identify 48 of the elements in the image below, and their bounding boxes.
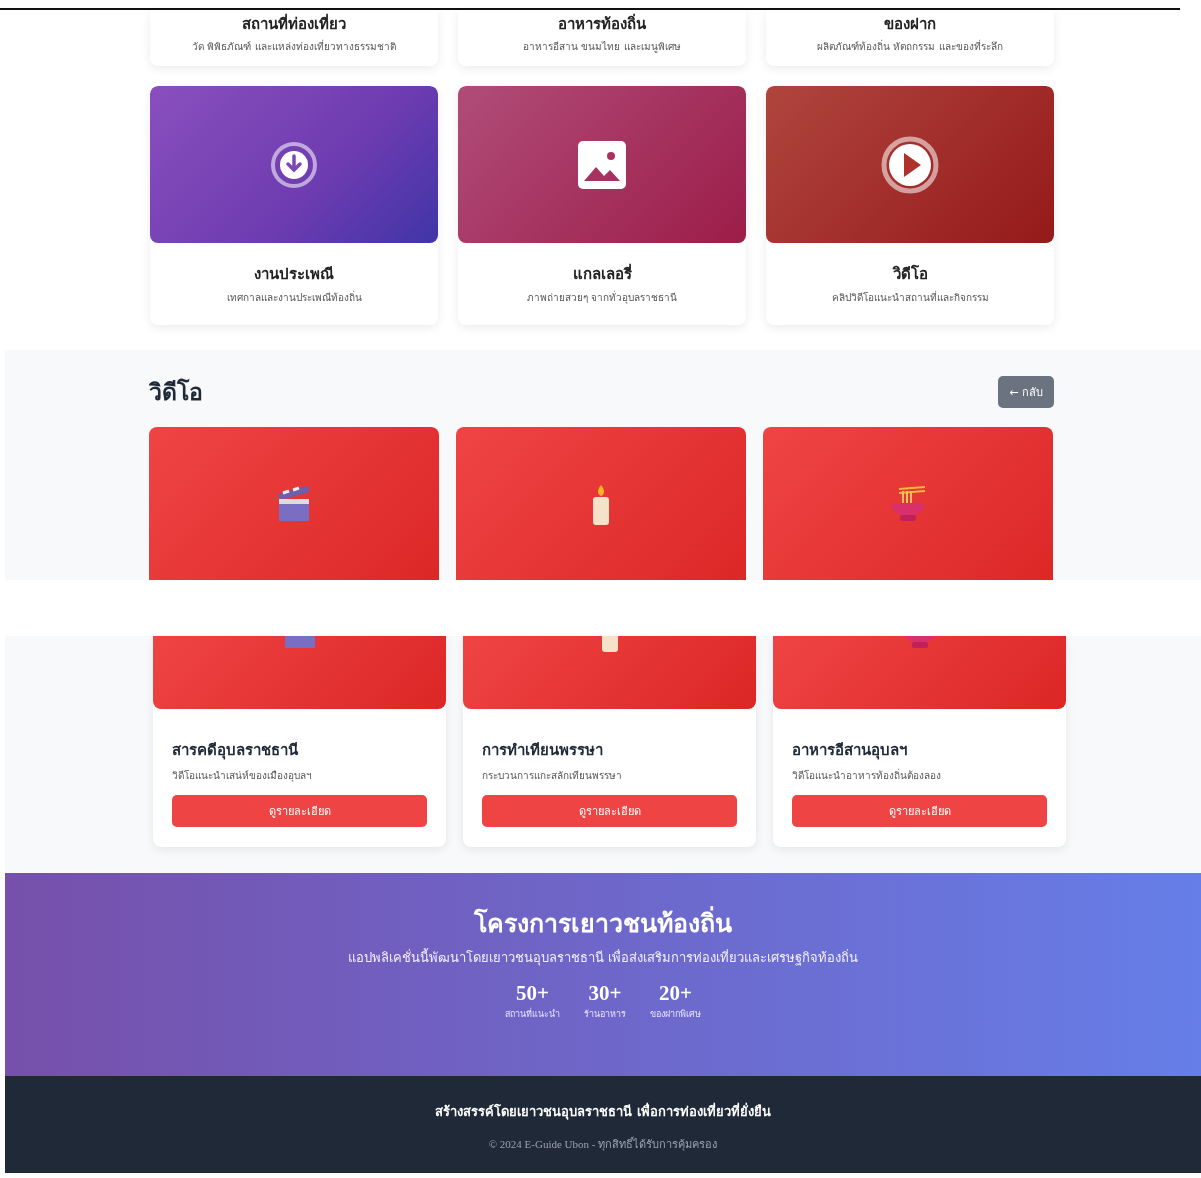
video-description: วิดีโอแนะนำอาหารท้องถิ่นต้องลอง [792, 769, 942, 783]
video-title: การทำเทียนพรรษา [482, 740, 604, 760]
video-thumbnail[interactable] [463, 636, 756, 709]
card-title: งานประเพณี [253, 264, 335, 284]
stat-value: 20+ [659, 981, 692, 1005]
video-description: วิดีโอแนะนำเสน่ห์ของเมืองอุบลฯ [172, 769, 313, 783]
video-description: กระบวนการแกะสลักเทียนพรรษา [482, 769, 623, 783]
video-thumbnail[interactable] [763, 427, 1053, 580]
card-title: แกลเลอรี่ [571, 264, 633, 284]
details-button[interactable]: ดูรายละเอียด [172, 795, 427, 827]
details-button[interactable]: ดูรายละเอียด [482, 795, 737, 827]
noodle-bowl-icon [889, 485, 927, 523]
video-title: สารคดีอุบลราชธานี [172, 740, 299, 760]
card-description: อาหารอีสาน ขนมไทย และเมนูพิเศษ [522, 40, 682, 54]
card-description: ภาพถ่ายสวยๆ จากทั่วอุบลราชธานี [525, 291, 679, 305]
banner-description: แอปพลิเคชั่นนี้พัฒนาโดยเยาวชนอุบลราชธานี เพื่อส่งเสริมการท่องเที่ยวและเศรษฐกิจท้องถิ่น [346, 949, 860, 967]
stat-value: 50+ [516, 981, 549, 1005]
category-card[interactable]: วิดีโอ คลิปวิดีโอแนะนำสถานที่และกิจกรรม [766, 86, 1054, 325]
clapper-icon [277, 485, 311, 521]
card-title: อาหารท้องถิ่น [557, 13, 647, 35]
card-title: ของฝาก [883, 14, 937, 35]
category-card[interactable]: แกลเลอรี่ ภาพถ่ายสวยๆ จากทั่วอุบลราชธานี [458, 86, 746, 325]
stat-label: สถานที่แนะนำ [505, 1007, 560, 1021]
footer-text: สร้างสรรค์โดยเยาวชนอุบลราชธานี เพื่อการท่องเที่ยวที่ยั่งยืน [434, 1103, 772, 1121]
card-description: วัด พิพิธภัณฑ์ และแหล่งท่องเที่ยวทางธรรมชาติ [191, 40, 397, 54]
stat-label: ร้านอาหาร [584, 1008, 626, 1021]
video-title: อาหารอีสานอุบลฯ [792, 740, 908, 760]
candle-icon [591, 485, 611, 525]
stat-value: 30+ [588, 981, 622, 1005]
image-icon [578, 140, 626, 189]
copyright-text: © 2024 E-Guide Ubon - ทุกสิทธิ์ได้รับการคุ้มครอง [487, 1135, 719, 1153]
video-thumbnail[interactable] [149, 427, 439, 580]
details-button[interactable]: ดูรายละเอียด [792, 795, 1047, 827]
video-thumbnail[interactable] [773, 636, 1066, 709]
play-icon [880, 134, 940, 195]
section-title: วิดีโอ [149, 377, 203, 407]
banner-title: โครงการเยาวชนท้องถิ่น [5, 907, 1201, 941]
card-description: คลิปวิดีโอแนะนำสถานที่และกิจกรรม [830, 291, 990, 305]
video-thumbnail[interactable] [153, 636, 446, 709]
card-title: วิดีโอ [891, 264, 929, 284]
card-description: ผลิตภัณฑ์ท้องถิ่น หัตถกรรม และของที่ระลึก [816, 40, 1004, 54]
category-card[interactable]: งานประเพณี เทศกาลและงานประเพณีท้องถิ่น [150, 86, 438, 325]
back-button[interactable]: ← กลับ [998, 376, 1054, 408]
video-thumbnail[interactable] [456, 427, 746, 580]
card-title: สถานที่ท่องเที่ยว [241, 13, 347, 35]
card-description: เทศกาลและงานประเพณีท้องถิ่น [225, 291, 363, 305]
download-icon [269, 139, 319, 190]
stat-label: ของฝากพิเศษ [650, 1008, 701, 1021]
